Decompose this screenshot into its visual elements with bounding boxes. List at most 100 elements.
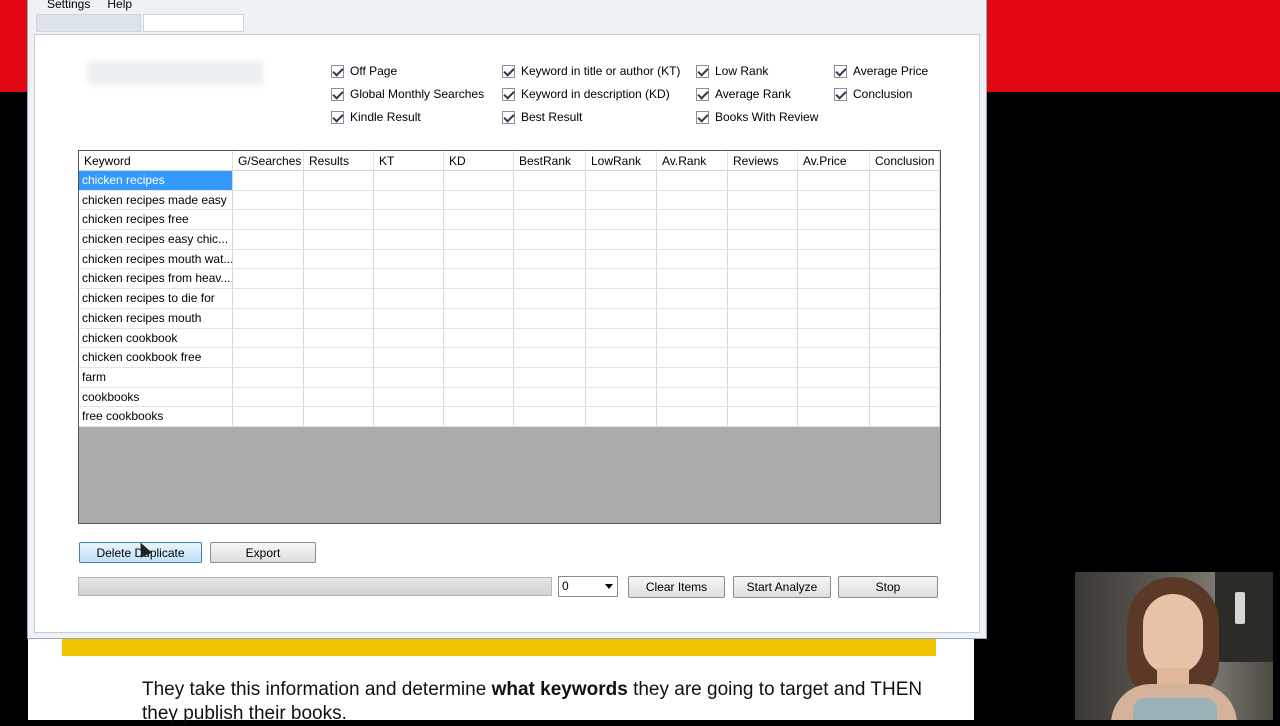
table-row[interactable]: farm: [79, 367, 940, 388]
table-cell[interactable]: [304, 269, 374, 289]
table-cell[interactable]: [870, 230, 940, 249]
tab-1[interactable]: [36, 14, 141, 32]
table-cell[interactable]: [586, 348, 657, 367]
column-header[interactable]: KD: [444, 151, 514, 171]
table-cell[interactable]: [728, 190, 798, 210]
export-button[interactable]: Export: [210, 542, 316, 563]
column-header[interactable]: Keyword: [79, 151, 233, 171]
table-cell[interactable]: [233, 348, 304, 367]
table-cell[interactable]: [870, 289, 940, 308]
table-row[interactable]: chicken cookbook: [79, 328, 940, 349]
table-cell[interactable]: [514, 269, 586, 289]
blurred-button[interactable]: [87, 61, 263, 85]
table-cell[interactable]: [444, 348, 514, 367]
table-cell[interactable]: [798, 230, 870, 249]
keyword-cell[interactable]: chicken recipes free: [79, 210, 233, 230]
table-cell[interactable]: [374, 328, 444, 348]
table-cell[interactable]: [233, 171, 304, 190]
table-cell[interactable]: [798, 249, 870, 269]
table-cell[interactable]: [304, 249, 374, 269]
table-cell[interactable]: [233, 230, 304, 249]
table-cell[interactable]: [728, 230, 798, 249]
table-cell[interactable]: [233, 210, 304, 230]
table-cell[interactable]: [444, 387, 514, 407]
table-cell[interactable]: [798, 269, 870, 289]
table-cell[interactable]: [798, 348, 870, 367]
table-cell[interactable]: [586, 171, 657, 190]
table-cell[interactable]: [728, 269, 798, 289]
table-cell[interactable]: [444, 367, 514, 387]
column-header[interactable]: Conclusion: [870, 151, 940, 171]
table-cell[interactable]: [657, 387, 728, 407]
keyword-cell[interactable]: chicken cookbook: [79, 328, 233, 348]
table-cell[interactable]: [514, 230, 586, 249]
table-cell[interactable]: [798, 328, 870, 348]
table-cell[interactable]: [233, 308, 304, 328]
table-cell[interactable]: [514, 210, 586, 230]
table-cell[interactable]: [657, 289, 728, 308]
table-cell[interactable]: [374, 348, 444, 367]
table-cell[interactable]: [728, 210, 798, 230]
table-cell[interactable]: [798, 171, 870, 190]
keyword-cell[interactable]: farm: [79, 367, 233, 387]
table-cell[interactable]: [657, 367, 728, 387]
table-cell[interactable]: [304, 407, 374, 426]
table-cell[interactable]: [586, 190, 657, 210]
table-cell[interactable]: [304, 289, 374, 308]
table-cell[interactable]: [728, 289, 798, 308]
start-analyze-button[interactable]: Start Analyze: [733, 576, 831, 598]
table-cell[interactable]: [444, 407, 514, 426]
table-row[interactable]: chicken recipes mouth: [79, 308, 940, 329]
keyword-cell[interactable]: chicken recipes to die for: [79, 289, 233, 308]
menu-settings[interactable]: Settings: [47, 0, 90, 13]
table-cell[interactable]: [870, 210, 940, 230]
table-cell[interactable]: [374, 230, 444, 249]
table-cell[interactable]: [444, 249, 514, 269]
table-row[interactable]: chicken cookbook free: [79, 348, 940, 368]
checkbox-global-monthly-searches[interactable]: Global Monthly Searches: [331, 87, 484, 101]
table-cell[interactable]: [514, 308, 586, 328]
table-cell[interactable]: [304, 210, 374, 230]
table-cell[interactable]: [374, 190, 444, 210]
table-cell[interactable]: [657, 230, 728, 249]
table-cell[interactable]: [444, 308, 514, 328]
table-cell[interactable]: [444, 289, 514, 308]
table-cell[interactable]: [870, 367, 940, 387]
keyword-cell[interactable]: chicken recipes easy chic...: [79, 230, 233, 249]
table-cell[interactable]: [728, 308, 798, 328]
table-row[interactable]: cookbooks: [79, 387, 940, 408]
table-cell[interactable]: [444, 171, 514, 190]
table-cell[interactable]: [870, 308, 940, 328]
table-cell[interactable]: [514, 387, 586, 407]
keyword-cell[interactable]: chicken recipes made easy: [79, 190, 233, 210]
table-cell[interactable]: [374, 407, 444, 426]
table-cell[interactable]: [870, 190, 940, 210]
table-cell[interactable]: [233, 328, 304, 348]
table-cell[interactable]: [233, 190, 304, 210]
column-header[interactable]: Reviews: [728, 151, 798, 171]
column-header[interactable]: Av.Price: [798, 151, 870, 171]
table-cell[interactable]: [586, 407, 657, 426]
checkbox-books-with-review[interactable]: Books With Review: [696, 110, 818, 124]
table-cell[interactable]: [444, 328, 514, 348]
table-cell[interactable]: [586, 269, 657, 289]
table-cell[interactable]: [514, 289, 586, 308]
table-cell[interactable]: [514, 348, 586, 367]
table-cell[interactable]: [657, 269, 728, 289]
table-cell[interactable]: [728, 348, 798, 367]
table-cell[interactable]: [514, 328, 586, 348]
checkbox-average-price[interactable]: Average Price: [834, 64, 928, 78]
table-row[interactable]: chicken recipes to die for: [79, 289, 940, 309]
table-cell[interactable]: [514, 407, 586, 426]
table-cell[interactable]: [798, 289, 870, 308]
table-cell[interactable]: [514, 190, 586, 210]
checkbox-keyword-in-title[interactable]: Keyword in title or author (KT): [502, 64, 680, 78]
table-cell[interactable]: [444, 210, 514, 230]
table-cell[interactable]: [374, 289, 444, 308]
checkbox-kindle-result[interactable]: Kindle Result: [331, 110, 421, 124]
table-cell[interactable]: [728, 171, 798, 190]
table-cell[interactable]: [728, 249, 798, 269]
table-cell[interactable]: [374, 387, 444, 407]
table-cell[interactable]: [586, 249, 657, 269]
keyword-cell[interactable]: chicken recipes from heav...: [79, 269, 233, 289]
